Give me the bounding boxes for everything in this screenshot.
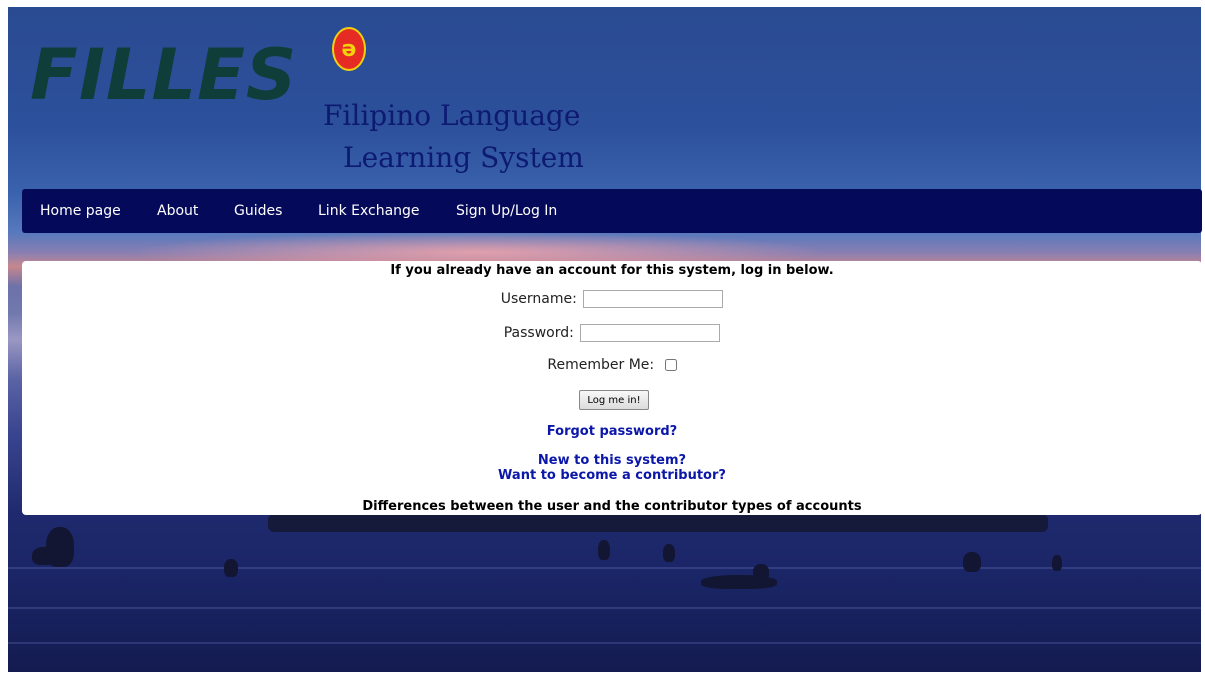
site-subtitle-line2: Learning System bbox=[343, 141, 584, 174]
username-row: Username: bbox=[22, 290, 1202, 308]
logo-badge-icon: ə bbox=[332, 27, 366, 71]
main-navigation: Home page About Guides Link Exchange Sig… bbox=[22, 189, 1202, 233]
username-label: Username: bbox=[500, 291, 577, 307]
nav-link-exchange[interactable]: Link Exchange bbox=[318, 203, 420, 219]
username-input[interactable] bbox=[583, 290, 724, 308]
remember-row: Remember Me: bbox=[22, 357, 1202, 373]
become-contributor-link[interactable]: Want to become a contributor? bbox=[22, 469, 1202, 483]
forgot-password-link[interactable]: Forgot password? bbox=[22, 424, 1202, 439]
account-differences-heading: Differences between the user and the con… bbox=[362, 499, 862, 514]
password-row: Password: bbox=[22, 324, 1202, 342]
nav-sign-up-log-in[interactable]: Sign Up/Log In bbox=[456, 203, 557, 219]
remember-me-label: Remember Me: bbox=[547, 357, 655, 373]
logo-wordmark: FILLES bbox=[30, 34, 298, 116]
new-to-system-link[interactable]: New to this system? bbox=[22, 454, 1202, 468]
nav-home-page[interactable]: Home page bbox=[40, 203, 121, 219]
site-subtitle-line1: Filipino Language bbox=[323, 99, 581, 132]
password-label: Password: bbox=[503, 325, 574, 341]
login-intro: If you already have an account for this … bbox=[390, 263, 834, 278]
site-logo[interactable]: FILLES bbox=[30, 40, 297, 110]
nav-guides[interactable]: Guides bbox=[234, 203, 282, 219]
remember-me-checkbox[interactable] bbox=[664, 359, 677, 371]
log-in-button[interactable]: Log me in! bbox=[579, 390, 649, 410]
nav-about[interactable]: About bbox=[157, 203, 198, 219]
password-input[interactable] bbox=[580, 324, 721, 342]
login-panel: If you already have an account for this … bbox=[22, 261, 1202, 515]
